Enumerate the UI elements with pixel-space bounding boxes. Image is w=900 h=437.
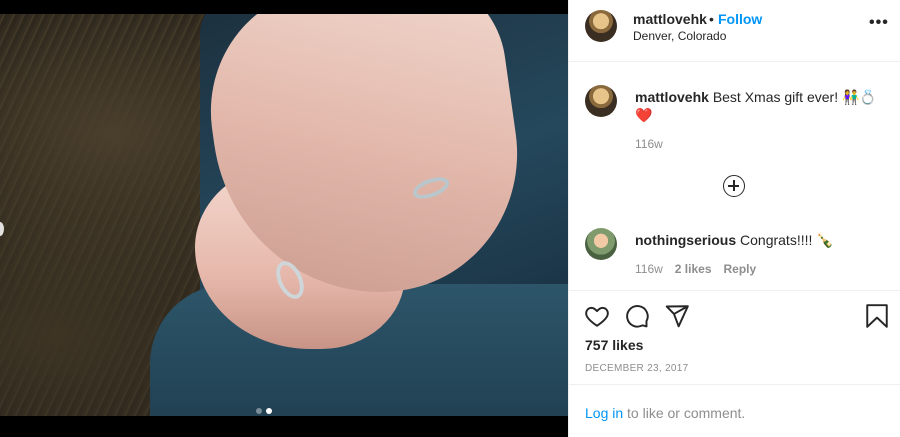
likes-count[interactable]: 757 likes — [585, 337, 643, 353]
comment-reply-button[interactable]: Reply — [724, 262, 757, 276]
caption-username[interactable]: mattlovehk — [635, 89, 709, 105]
caption-text: Best Xmas gift ever! 👫💍 — [712, 89, 877, 105]
login-link[interactable]: Log in — [585, 405, 623, 421]
login-prompt-text: to like or comment. — [627, 405, 746, 421]
post-date[interactable]: DECEMBER 23, 2017 — [585, 363, 688, 374]
caption-author-avatar[interactable] — [585, 85, 617, 117]
post-header: mattlovehk • Follow Denver, Colorado ••• — [569, 0, 900, 62]
comment-age[interactable]: 116w — [635, 262, 663, 276]
comment-text-block: nothingserious Congrats!!!! 🍾 — [635, 231, 880, 249]
bookmark-icon[interactable] — [864, 303, 890, 329]
post-photo[interactable] — [0, 14, 568, 416]
caption-meta: 116w — [635, 137, 663, 151]
commenter-avatar[interactable] — [585, 228, 617, 260]
comment-likes[interactable]: 2 likes — [675, 262, 712, 276]
carousel-dot-active — [266, 408, 272, 414]
post-location[interactable]: Denver, Colorado — [633, 29, 726, 43]
instagram-post: mattlovehk • Follow Denver, Colorado •••… — [0, 0, 900, 437]
plus-circle-icon[interactable] — [723, 175, 745, 197]
comment-meta: 116w 2 likes Reply — [635, 262, 756, 276]
author-username[interactable]: mattlovehk — [633, 11, 707, 27]
caption-emoji-line: ❤️ — [635, 107, 653, 123]
author-avatar[interactable] — [585, 10, 617, 42]
follow-button[interactable]: Follow — [718, 11, 762, 27]
carousel-indicator — [256, 408, 272, 414]
comment-item: nothingserious Congrats!!!! 🍾 116w 2 lik… — [585, 228, 885, 278]
comment-username[interactable]: nothingserious — [635, 232, 736, 248]
heart-icon[interactable] — [584, 303, 610, 329]
login-prompt: Log in to like or comment. — [585, 405, 745, 421]
post-actions: 757 likes DECEMBER 23, 2017 — [569, 290, 900, 385]
comment-text: Congrats!!!! 🍾 — [740, 232, 834, 248]
header-separator: • — [709, 11, 714, 27]
caption-age[interactable]: 116w — [635, 137, 663, 151]
comment-icon[interactable] — [624, 303, 650, 329]
more-options-icon[interactable]: ••• — [869, 14, 889, 32]
carousel-dot — [256, 408, 262, 414]
caption-text-block: mattlovehk Best Xmas gift ever! 👫💍 ❤️ — [635, 88, 880, 124]
paper-plane-icon[interactable] — [664, 303, 690, 329]
post-caption: mattlovehk Best Xmas gift ever! 👫💍 ❤️ 11… — [585, 85, 885, 155]
post-side-panel: mattlovehk • Follow Denver, Colorado •••… — [568, 0, 900, 437]
